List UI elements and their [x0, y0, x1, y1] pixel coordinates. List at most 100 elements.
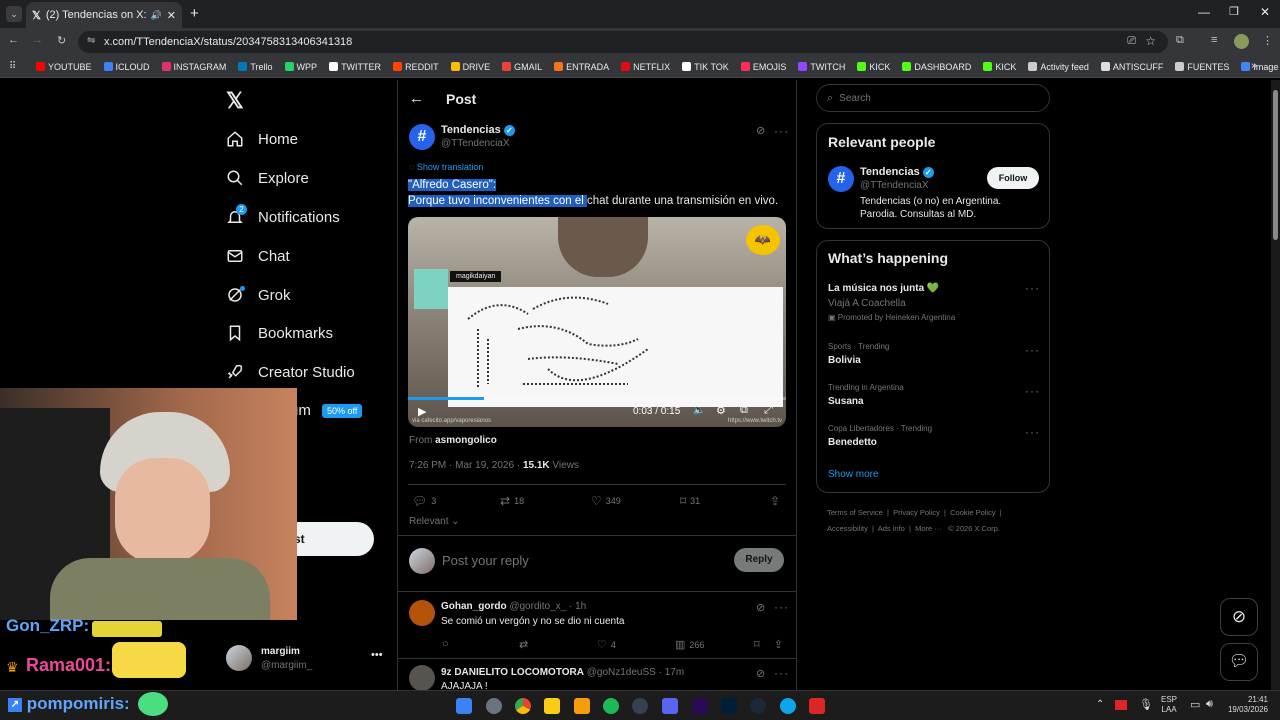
bookmark-item[interactable]: TIK TOK	[682, 62, 729, 72]
author-avatar[interactable]: #	[409, 124, 435, 150]
sticky-notes-icon[interactable]	[544, 698, 560, 714]
trend-more-icon[interactable]: ···	[1025, 343, 1040, 357]
new-tab-icon[interactable]: +	[190, 5, 199, 22]
show-more-link[interactable]: Show more	[828, 469, 879, 480]
footer-terms[interactable]: Terms of Service	[827, 508, 883, 517]
scrollbar[interactable]	[1271, 80, 1280, 690]
trend-more-icon[interactable]: ···	[1025, 281, 1040, 295]
bookmark-item[interactable]: TWITTER	[329, 62, 381, 72]
trend-item[interactable]: Sports · Trending Bolivia ···	[817, 341, 1049, 371]
back-icon[interactable]: ←	[8, 34, 19, 46]
bookmarks-overflow-icon[interactable]: »	[1251, 60, 1257, 72]
scrollbar-thumb[interactable]	[1273, 90, 1278, 240]
forward-icon[interactable]: →	[32, 34, 43, 46]
bookmark-item[interactable]: DRIVE	[450, 62, 490, 72]
from-user-link[interactable]: asmongolico	[435, 435, 497, 446]
trend-item[interactable]: La música nos junta 💚 Viajá A Coachella …	[817, 279, 1049, 327]
post-timestamp[interactable]: 7:26 PM · Mar 19, 2026 ·	[409, 460, 523, 471]
reload-icon[interactable]: ↻	[57, 34, 66, 47]
bookmark-item[interactable]: KICK	[857, 62, 890, 72]
grok-explain-icon[interactable]: ⊘	[756, 667, 765, 680]
author-name[interactable]: Tendencias ✓	[441, 124, 515, 136]
bookmark-item[interactable]: Image Resizer | Resi...	[1241, 62, 1280, 72]
reply-button[interactable]: Reply	[734, 548, 784, 572]
reply-item[interactable]: 9z DANIELITO LOCOMOTORA @goNz1deuSS · 17…	[398, 659, 796, 690]
url-field[interactable]: ⇋ x.com/TTendenciaX/status/2034758313406…	[78, 31, 1168, 53]
bookmark-item[interactable]: REDDIT	[393, 62, 439, 72]
bookmark-item[interactable]: TWITCH	[798, 62, 845, 72]
bookmark-item[interactable]: ENTRADA	[554, 62, 609, 72]
nav-grok[interactable]: Grok	[226, 286, 291, 304]
reading-list-icon[interactable]: ≡	[1211, 34, 1217, 46]
footer-cookie[interactable]: Cookie Policy	[950, 508, 995, 517]
site-info-icon[interactable]: ⇋	[87, 35, 95, 46]
footer-ads[interactable]: Ads info	[878, 524, 905, 533]
bookmark-item[interactable]: NETFLIX	[621, 62, 670, 72]
profile-avatar-icon[interactable]	[1234, 34, 1249, 49]
nav-chat[interactable]: Chat	[226, 247, 290, 265]
tray-chevron-icon[interactable]: ⌃	[1096, 699, 1104, 710]
chrome-icon[interactable]	[515, 698, 531, 714]
reply-action[interactable]: 💬︎ 3	[412, 494, 436, 508]
follow-button[interactable]: Follow	[987, 167, 1039, 189]
search-field[interactable]: ⌕ Search	[816, 84, 1050, 112]
video-progress[interactable]	[408, 397, 786, 400]
bookmark-item[interactable]: INSTAGRAM	[161, 62, 226, 72]
bookmark-item[interactable]: FUENTES	[1175, 62, 1229, 72]
reply-author-name[interactable]: 9z DANIELITO LOCOMOTORA	[441, 667, 584, 678]
bookmark-item[interactable]: DASHBOARD	[902, 62, 971, 72]
spotify-icon[interactable]	[603, 698, 619, 714]
show-translation[interactable]: ◌ Show translation	[409, 162, 483, 172]
install-icon[interactable]: ⎚	[1127, 35, 1136, 48]
reply-author-name[interactable]: Gohan_gordo	[441, 601, 507, 612]
share-action[interactable]: ⇪	[770, 494, 780, 508]
reply-reply-action[interactable]: ○	[442, 638, 449, 650]
person-name[interactable]: Tendencias ✓	[860, 166, 934, 178]
bookmark-item[interactable]: WPP	[284, 62, 317, 72]
taskbar-app-icon[interactable]	[780, 698, 796, 714]
bookmark-item[interactable]: ICLOUD	[103, 62, 150, 72]
tab-search-icon[interactable]: ⌄	[6, 6, 22, 22]
footer-more[interactable]: More ···	[915, 524, 942, 533]
premiere-icon[interactable]	[692, 698, 708, 714]
discord-icon[interactable]	[662, 698, 678, 714]
extensions-icon[interactable]: ⧉	[1176, 34, 1184, 47]
reply-item[interactable]: Gohan_gordo @gordito_x_ · 1h Se comió un…	[398, 592, 796, 658]
taskbar-app-icon[interactable]	[809, 698, 825, 714]
file-explorer-icon[interactable]	[574, 698, 590, 714]
star-icon[interactable]: ☆	[1145, 34, 1156, 48]
steam-icon[interactable]	[750, 698, 766, 714]
network-icon[interactable]: ▭	[1190, 698, 1200, 711]
post-more-icon[interactable]: ···	[774, 124, 789, 138]
taskbar-app-icon[interactable]	[486, 698, 502, 714]
reply-views-action[interactable]: ▥ 266	[675, 638, 704, 651]
pip-icon[interactable]: ⧉	[740, 404, 748, 417]
bookmark-item[interactable]: KICK	[983, 62, 1016, 72]
close-tab-icon[interactable]: ✕	[167, 9, 176, 22]
settings-icon[interactable]: ⚙	[716, 404, 726, 417]
reply-bookmark-action[interactable]: ⌑	[754, 638, 760, 651]
person-avatar[interactable]: #	[828, 166, 854, 192]
taskbar-app-icon[interactable]	[632, 698, 648, 714]
back-arrow-icon[interactable]: ←	[409, 90, 424, 107]
nav-bookmarks[interactable]: Bookmarks	[226, 324, 333, 342]
more-icon[interactable]: •••	[371, 649, 383, 661]
x-logo-icon[interactable]: 𝕏	[226, 88, 244, 114]
repost-action[interactable]: ⇄ 18	[500, 494, 524, 508]
tray-app-icon[interactable]	[1115, 700, 1127, 710]
bookmark-item[interactable]: YOUTUBE	[36, 62, 92, 72]
trend-more-icon[interactable]: ···	[1025, 425, 1040, 439]
microphone-icon[interactable]: 🎙︎	[1139, 698, 1153, 711]
reply-like-action[interactable]: ♡ 4	[597, 638, 616, 651]
reply-share-action[interactable]: ⇪	[774, 638, 783, 651]
reply-repost-action[interactable]: ⇄	[519, 638, 528, 651]
bookmark-item[interactable]: Trello	[238, 62, 273, 72]
like-action[interactable]: ♡ 349	[591, 494, 621, 508]
volume-tray-icon[interactable]: 🔊︎	[1206, 698, 1213, 711]
bookmark-item[interactable]: Activity feed	[1028, 62, 1089, 72]
messages-fab[interactable]: 💬︎	[1220, 643, 1258, 681]
trend-item[interactable]: Copa Libertadores · Trending Benedetto ·…	[817, 423, 1049, 453]
close-window-icon[interactable]: ✕	[1260, 5, 1270, 19]
clock[interactable]: 21:41 19/03/2026	[1222, 695, 1268, 715]
footer-accessibility[interactable]: Accessibility	[827, 524, 868, 533]
